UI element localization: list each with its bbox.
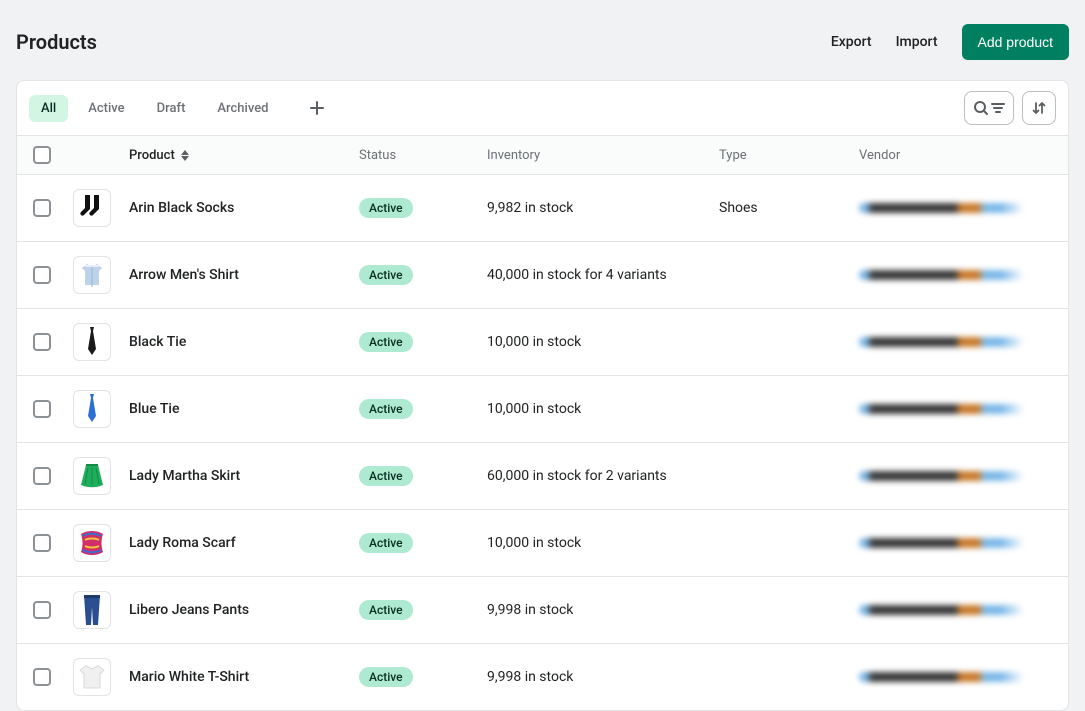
- sort-icon: [1031, 100, 1047, 116]
- row-checkbox[interactable]: [33, 333, 51, 351]
- product-thumbnail[interactable]: [73, 189, 111, 227]
- row-checkbox[interactable]: [33, 668, 51, 686]
- row-checkbox[interactable]: [33, 400, 51, 418]
- sort-arrows-icon: [181, 150, 189, 161]
- table-row[interactable]: Libero Jeans Pants Active 9,998 in stock: [17, 577, 1068, 644]
- table-row[interactable]: Arrow Men's Shirt Active 40,000 in stock f…: [17, 242, 1068, 309]
- column-product-label: Product: [129, 148, 175, 163]
- column-status[interactable]: Status: [359, 148, 487, 163]
- inventory-text: 9,982 in stock: [487, 200, 719, 216]
- header-actions: Export Import Add product: [831, 24, 1069, 60]
- table-row[interactable]: Mario White T-Shirt Active 9,998 in stock: [17, 644, 1068, 710]
- product-name[interactable]: Lady Roma Scarf: [129, 535, 236, 551]
- vendor-text: [859, 672, 1024, 682]
- inventory-text: 9,998 in stock: [487, 669, 719, 685]
- search-icon: [973, 100, 989, 116]
- status-badge: Active: [359, 332, 413, 352]
- product-thumbnail[interactable]: [73, 323, 111, 361]
- row-checkbox[interactable]: [33, 467, 51, 485]
- product-thumbnail[interactable]: [73, 256, 111, 294]
- product-name[interactable]: Arrow Men's Shirt: [129, 267, 239, 283]
- tab-draft[interactable]: Draft: [145, 95, 198, 122]
- vendor-text: [859, 471, 1024, 481]
- status-badge: Active: [359, 533, 413, 553]
- plus-icon: [310, 101, 324, 115]
- row-checkbox[interactable]: [33, 534, 51, 552]
- table-row[interactable]: Arin Black Socks Active 9,982 in stockShoe…: [17, 175, 1068, 242]
- inventory-text: 60,000 in stock for 2 variants: [487, 468, 719, 484]
- inventory-text: 10,000 in stock: [487, 334, 719, 350]
- status-badge: Active: [359, 265, 413, 285]
- table-row[interactable]: Lady Roma Scarf Active 10,000 in stock: [17, 510, 1068, 577]
- products-card: All Active Draft Archived Product: [16, 80, 1069, 711]
- tab-active[interactable]: Active: [76, 95, 136, 122]
- tab-archived[interactable]: Archived: [205, 95, 280, 122]
- type-text: Shoes: [719, 200, 859, 216]
- product-thumbnail[interactable]: [73, 390, 111, 428]
- status-badge: Active: [359, 466, 413, 486]
- vendor-text: [859, 404, 1024, 414]
- vendor-text: [859, 538, 1024, 548]
- page-title: Products: [16, 30, 97, 54]
- inventory-text: 10,000 in stock: [487, 535, 719, 551]
- add-view-button[interactable]: [303, 94, 331, 122]
- vendor-text: [859, 270, 1024, 280]
- product-thumbnail[interactable]: [73, 658, 111, 696]
- product-name[interactable]: Black Tie: [129, 334, 186, 350]
- filter-icon: [991, 101, 1005, 115]
- row-checkbox[interactable]: [33, 266, 51, 284]
- row-checkbox[interactable]: [33, 199, 51, 217]
- filter-tabs: All Active Draft Archived: [29, 94, 331, 122]
- inventory-text: 40,000 in stock for 4 variants: [487, 267, 719, 283]
- product-thumbnail[interactable]: [73, 457, 111, 495]
- column-type[interactable]: Type: [719, 148, 859, 163]
- vendor-text: [859, 337, 1024, 347]
- status-badge: Active: [359, 198, 413, 218]
- product-name[interactable]: Libero Jeans Pants: [129, 602, 249, 618]
- select-all-checkbox[interactable]: [33, 146, 51, 164]
- export-button[interactable]: Export: [831, 34, 872, 50]
- tab-all[interactable]: All: [29, 95, 68, 122]
- vendor-text: [859, 605, 1024, 615]
- inventory-text: 10,000 in stock: [487, 401, 719, 417]
- status-badge: Active: [359, 667, 413, 687]
- product-name[interactable]: Blue Tie: [129, 401, 179, 417]
- inventory-text: 9,998 in stock: [487, 602, 719, 618]
- product-thumbnail[interactable]: [73, 591, 111, 629]
- table-header: Product Status Inventory Type Vendor: [17, 135, 1068, 175]
- import-button[interactable]: Import: [896, 34, 938, 50]
- status-badge: Active: [359, 399, 413, 419]
- column-vendor[interactable]: Vendor: [859, 148, 1052, 163]
- product-name[interactable]: Lady Martha Skirt: [129, 468, 240, 484]
- status-badge: Active: [359, 600, 413, 620]
- sort-button[interactable]: [1022, 91, 1056, 125]
- product-thumbnail[interactable]: [73, 524, 111, 562]
- table-row[interactable]: Lady Martha Skirt Active 60,000 in stock f…: [17, 443, 1068, 510]
- column-product[interactable]: Product: [129, 148, 359, 163]
- column-inventory[interactable]: Inventory: [487, 148, 719, 163]
- product-name[interactable]: Arin Black Socks: [129, 200, 234, 216]
- table-row[interactable]: Blue Tie Active 10,000 in stock: [17, 376, 1068, 443]
- table-row[interactable]: Black Tie Active 10,000 in stock: [17, 309, 1068, 376]
- vendor-text: [859, 203, 1024, 213]
- row-checkbox[interactable]: [33, 601, 51, 619]
- add-product-button[interactable]: Add product: [962, 24, 1070, 60]
- search-filter-button[interactable]: [964, 91, 1014, 125]
- product-name[interactable]: Mario White T-Shirt: [129, 669, 249, 685]
